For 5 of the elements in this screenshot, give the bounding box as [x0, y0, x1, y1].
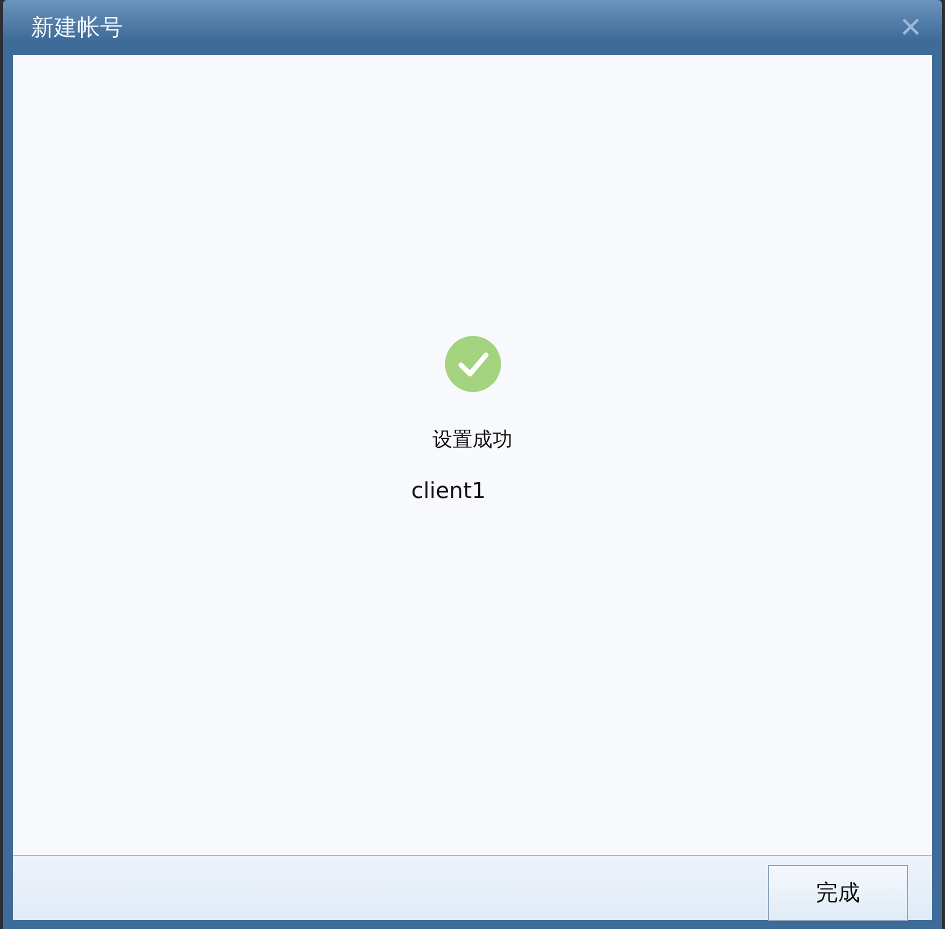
success-check-icon	[444, 336, 500, 392]
account-name: client1	[411, 479, 486, 504]
finish-button[interactable]: 完成	[768, 865, 908, 921]
window-title: 新建帐号	[31, 14, 123, 43]
success-message: 设置成功	[432, 426, 512, 453]
